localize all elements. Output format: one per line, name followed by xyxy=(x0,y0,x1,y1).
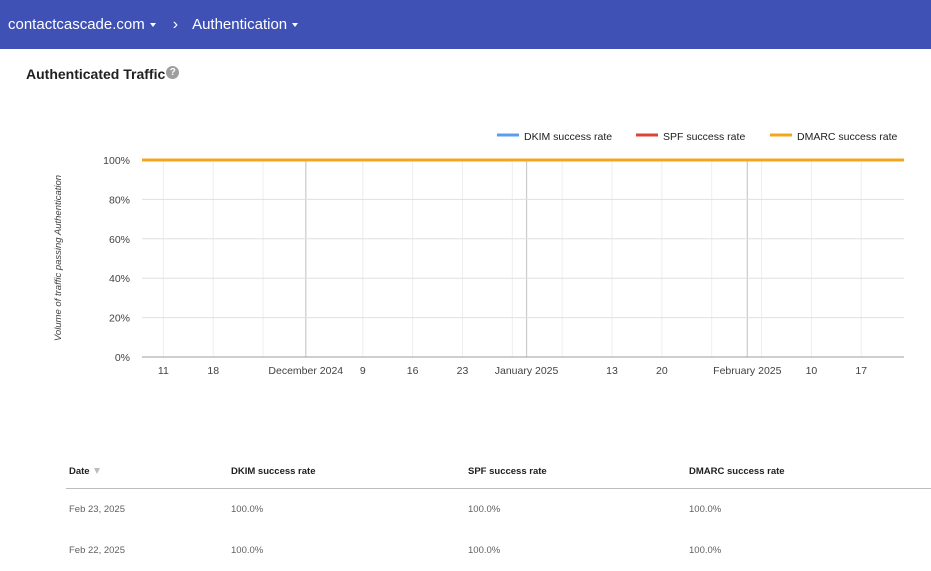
x-tick-label: 23 xyxy=(457,365,469,377)
column-header-dkim[interactable]: DKIM success rate xyxy=(231,466,468,477)
y-axis-label: Volume of traffic passing Authentication xyxy=(53,175,64,341)
legend-label: DMARC success rate xyxy=(797,131,898,143)
y-tick-label: 100% xyxy=(103,155,130,167)
x-tick-label: 16 xyxy=(407,365,419,377)
sort-down-icon xyxy=(93,468,100,475)
x-tick-label: 10 xyxy=(806,365,818,377)
y-tick-label: 60% xyxy=(109,234,130,246)
x-tick-label: 20 xyxy=(656,365,668,377)
cell-date: Feb 22, 2025 xyxy=(69,545,125,556)
y-tick-label: 80% xyxy=(109,194,130,206)
column-header-dmarc[interactable]: DMARC success rate xyxy=(689,466,931,477)
cell-dkim: 100.0% xyxy=(231,545,264,556)
x-tick-label: 11 xyxy=(158,365,169,377)
cell-spf: 100.0% xyxy=(468,504,501,515)
legend-label: SPF success rate xyxy=(663,131,745,143)
x-tick-label: December 2024 xyxy=(268,365,343,377)
x-tick-label: January 2025 xyxy=(495,365,559,377)
table-row: Feb 22, 2025 100.0% 100.0% 100.0% xyxy=(66,530,931,571)
legend-label: DKIM success rate xyxy=(524,131,612,143)
y-tick-label: 40% xyxy=(109,273,130,285)
x-tick-label: 17 xyxy=(855,365,867,377)
cell-dmarc: 100.0% xyxy=(689,504,722,515)
table-header: Date DKIM success rate SPF success rate … xyxy=(66,455,931,489)
y-tick-label: 0% xyxy=(115,352,130,364)
cell-spf: 100.0% xyxy=(468,545,501,556)
column-header-spf[interactable]: SPF success rate xyxy=(468,466,689,477)
column-header-date[interactable]: Date xyxy=(66,466,231,477)
x-tick-label: 13 xyxy=(606,365,618,377)
table-row: Feb 23, 2025 100.0% 100.0% 100.0% xyxy=(66,489,931,530)
x-tick-label: 9 xyxy=(360,365,366,377)
y-tick-label: 20% xyxy=(109,313,130,325)
cell-dmarc: 100.0% xyxy=(689,545,722,556)
authentication-table: Date DKIM success rate SPF success rate … xyxy=(66,455,931,571)
cell-date: Feb 23, 2025 xyxy=(69,504,125,515)
authentication-chart: 0% 20% 40% 60% 80% 100% 11 18 December 2024 9 16 23… xyxy=(53,131,904,377)
cell-dkim: 100.0% xyxy=(231,504,264,515)
x-tick-label: 18 xyxy=(207,365,219,377)
x-tick-label: February 2025 xyxy=(713,365,781,377)
